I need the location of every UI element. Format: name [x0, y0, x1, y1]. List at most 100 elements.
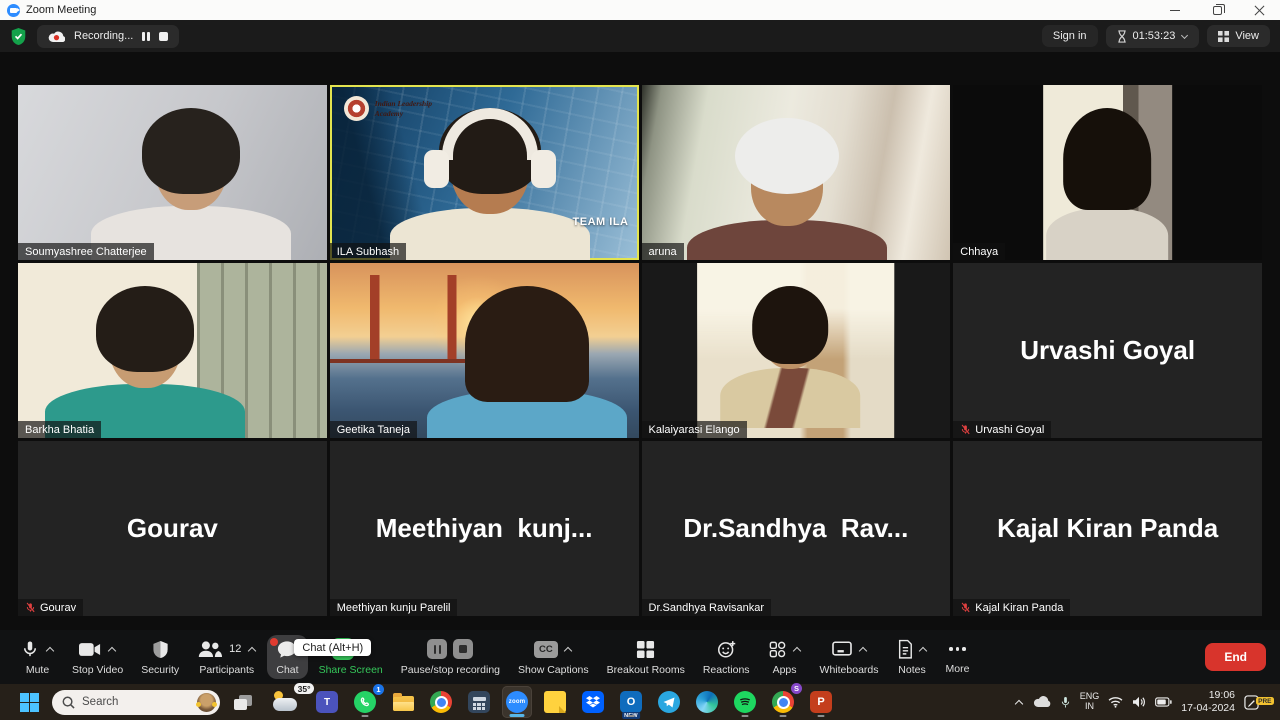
mute-caret[interactable]: [45, 645, 54, 654]
maximize-button[interactable]: [1196, 0, 1238, 20]
stop-video-caret[interactable]: [107, 645, 116, 654]
spotify-waves-glyph: [738, 696, 752, 708]
video-tile-10[interactable]: Meethiyan kunj...Meethiyan kunju Parelil: [330, 441, 639, 616]
teams-app-icon[interactable]: T: [312, 686, 342, 718]
participant-name-label: Chhaya: [953, 243, 1005, 260]
apps-button[interactable]: Apps: [759, 630, 811, 684]
view-button[interactable]: View: [1207, 25, 1270, 47]
whatsapp-badge: 1: [373, 684, 384, 695]
participant-big-name: Dr.Sandhya Rav...: [642, 441, 951, 616]
video-tile-9[interactable]: GouravGourav: [18, 441, 327, 616]
participant-silhouette: [86, 108, 296, 260]
chrome-app-icon[interactable]: [426, 686, 456, 718]
more-button[interactable]: More: [937, 630, 979, 684]
whatsapp-app-icon[interactable]: 1: [350, 686, 380, 718]
search-input[interactable]: Search: [52, 690, 220, 715]
chat-button[interactable]: Chat (Alt+H) Chat: [267, 635, 307, 679]
zoom-taskbar-icon[interactable]: zoom: [502, 686, 532, 718]
muted-mic-icon: [960, 424, 971, 435]
captions-caret[interactable]: [564, 645, 573, 654]
participant-silhouette: [715, 286, 865, 438]
microphone-icon: [21, 639, 39, 659]
start-button[interactable]: [14, 686, 44, 718]
breakout-rooms-button[interactable]: Breakout Rooms: [598, 630, 694, 684]
chrome-profile-app-icon[interactable]: S: [768, 686, 798, 718]
meeting-timer[interactable]: 01:53:23: [1106, 25, 1200, 48]
end-meeting-button[interactable]: End: [1205, 643, 1266, 671]
video-tile-4[interactable]: Chhaya: [953, 85, 1262, 260]
notes-button[interactable]: Notes: [888, 630, 937, 684]
whiteboard-icon: [831, 640, 853, 658]
spotify-app-icon[interactable]: [730, 686, 760, 718]
notes-caret[interactable]: [919, 645, 928, 654]
language-indicator[interactable]: ENGIN: [1080, 692, 1100, 712]
hourglass-icon: [1117, 30, 1127, 43]
tray-date: 17-04-2024: [1181, 702, 1235, 715]
video-tile-8[interactable]: Urvashi GoyalUrvashi Goyal: [953, 263, 1262, 438]
powerpoint-app-icon[interactable]: P: [806, 686, 836, 718]
minimize-button[interactable]: [1154, 0, 1196, 20]
recording-label: Recording...: [74, 30, 133, 42]
muted-mic-icon: [25, 602, 36, 613]
dropbox-glyph: [586, 696, 600, 709]
ila-logo: Indian Leadership Academy: [344, 96, 437, 121]
video-tile-1[interactable]: Soumyashree Chatterjee: [18, 85, 327, 260]
weather-widget[interactable]: 35°: [266, 686, 304, 718]
video-tile-5[interactable]: Barkha Bhatia: [18, 263, 327, 438]
pause-recording-toolbar-icon[interactable]: [427, 639, 447, 659]
video-tile-11[interactable]: Dr.Sandhya Rav...Dr.Sandhya Ravisankar: [642, 441, 951, 616]
sticky-notes-app-icon[interactable]: [540, 686, 570, 718]
wifi-icon[interactable]: [1108, 696, 1123, 708]
video-tile-7[interactable]: Kalaiyarasi Elango: [642, 263, 951, 438]
participants-button[interactable]: 12 Participants: [188, 630, 265, 684]
show-captions-button[interactable]: CC Show Captions: [509, 630, 598, 684]
telegram-app-icon[interactable]: [654, 686, 684, 718]
sign-in-button[interactable]: Sign in: [1042, 25, 1098, 47]
encryption-shield-icon[interactable]: [10, 27, 27, 46]
cloud-recording-icon: [48, 30, 65, 43]
video-tile-12[interactable]: Kajal Kiran PandaKajal Kiran Panda: [953, 441, 1262, 616]
system-tray: ENGIN 19:06 17-04-2024 PRE: [1015, 689, 1272, 714]
hidden-icons-chevron[interactable]: [1015, 698, 1024, 707]
whiteboards-caret[interactable]: [859, 645, 868, 654]
telegram-plane-glyph: [663, 697, 675, 708]
reactions-button[interactable]: Reactions: [694, 630, 759, 684]
participant-big-name: Meethiyan kunj...: [330, 441, 639, 616]
clock-datetime[interactable]: 19:06 17-04-2024: [1181, 689, 1235, 714]
video-tile-3[interactable]: aruna: [642, 85, 951, 260]
participant-silhouette: [40, 286, 250, 438]
dropbox-app-icon[interactable]: [578, 686, 608, 718]
video-tile-2[interactable]: Indian Leadership AcademyTEAM ILAILA Sub…: [330, 85, 639, 260]
stop-recording-toolbar-icon[interactable]: [453, 639, 473, 659]
timer-caret-icon: [1181, 33, 1188, 40]
chat-tooltip: Chat (Alt+H): [294, 639, 371, 656]
calculator-app-icon[interactable]: [464, 686, 494, 718]
participant-name-label: Geetika Taneja: [330, 421, 417, 438]
window-titlebar: Zoom Meeting: [0, 0, 1280, 20]
security-button[interactable]: Security: [132, 630, 188, 684]
pause-recording-icon[interactable]: [142, 32, 150, 41]
notes-icon: [897, 639, 913, 659]
speaker-icon[interactable]: [1132, 696, 1146, 708]
battery-icon[interactable]: [1155, 697, 1172, 707]
stop-video-button[interactable]: Stop Video: [63, 630, 132, 684]
outlook-app-icon[interactable]: O NEW: [616, 686, 646, 718]
onedrive-icon[interactable]: [1033, 696, 1051, 708]
tray-microphone-icon[interactable]: [1060, 695, 1071, 710]
window-title: Zoom Meeting: [26, 4, 96, 16]
participant-name-label: Meethiyan kunju Parelil: [330, 599, 458, 616]
participants-icon: [197, 640, 222, 658]
whiteboards-button[interactable]: Whiteboards: [811, 630, 888, 684]
close-button[interactable]: [1238, 0, 1280, 20]
edge-app-icon[interactable]: [692, 686, 722, 718]
apps-caret[interactable]: [793, 645, 802, 654]
mute-button[interactable]: Mute: [12, 630, 63, 684]
video-strip: [1043, 85, 1173, 260]
task-view-button[interactable]: [228, 686, 258, 718]
stop-recording-icon[interactable]: [159, 32, 168, 41]
file-explorer-icon[interactable]: [388, 686, 418, 718]
outlook-new-badge: NEW: [622, 712, 640, 719]
pause-stop-recording-button[interactable]: Pause/stop recording: [392, 630, 509, 684]
participants-caret[interactable]: [247, 645, 256, 654]
video-tile-6[interactable]: Geetika Taneja: [330, 263, 639, 438]
